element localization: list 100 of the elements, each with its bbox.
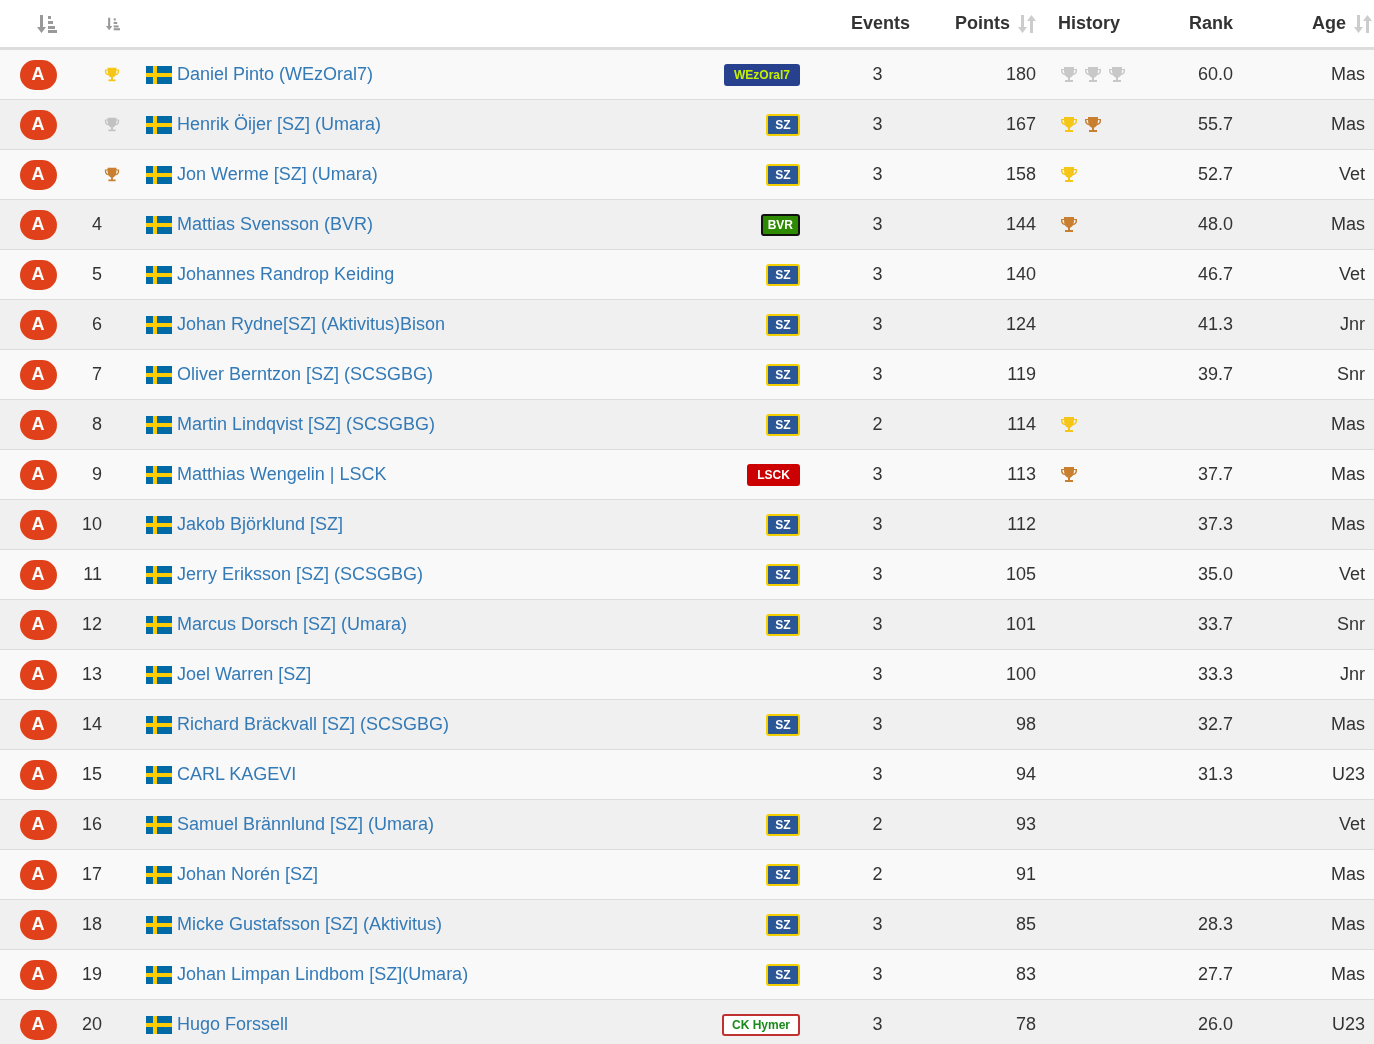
position-number: 10 [81, 514, 102, 535]
sweden-flag-icon [146, 565, 172, 584]
rider-name-link[interactable]: Jakob Björklund [SZ] [177, 514, 344, 535]
age-class: Mas [1331, 914, 1365, 935]
position-number: 14 [81, 714, 102, 735]
team-badge: SZ [766, 813, 800, 836]
rank-value: 35.0 [1197, 564, 1233, 585]
rider-name-link[interactable]: Johan Rydne[SZ] (Aktivitus)Bison [177, 314, 446, 335]
events-count: 3 [872, 1014, 883, 1035]
category-badge: A [19, 459, 57, 490]
rider-name-link[interactable]: Hugo Forssell [177, 1014, 289, 1035]
rider-name-link[interactable]: Joel Warren [SZ] [177, 664, 312, 685]
column-header[interactable]: Age [1312, 13, 1346, 34]
position-number: 11 [83, 564, 102, 585]
category-badge: A [19, 809, 57, 840]
team-badge: SZ [766, 263, 800, 286]
rider-name-link[interactable]: Johan Norén [SZ] [177, 864, 319, 885]
column-header[interactable]: Points [955, 13, 1010, 34]
events-count: 3 [872, 714, 883, 735]
sweden-flag-icon [146, 815, 172, 834]
rider-name-link[interactable]: Oliver Berntzon [SZ] (SCSGBG) [177, 364, 434, 385]
team-badge: SZ [766, 163, 800, 186]
rider-name-link[interactable]: Richard Bräckvall [SZ] (SCSGBG) [177, 714, 450, 735]
column-header: Rank [1189, 13, 1233, 34]
position-number: 18 [81, 914, 102, 935]
team-badge: SZ [766, 913, 800, 936]
points-value: 101 [1005, 614, 1036, 635]
sweden-flag-icon [146, 965, 172, 984]
events-count: 3 [872, 664, 883, 685]
age-class: Vet [1338, 264, 1365, 285]
rider-name-link[interactable]: Matthias Wengelin | LSCK [177, 464, 387, 485]
rider-name-link[interactable]: Johan Limpan Lindbom [SZ](Umara) [177, 964, 469, 985]
points-value: 140 [1005, 264, 1036, 285]
sort-icon[interactable] [1018, 13, 1036, 34]
sweden-flag-icon [146, 1015, 172, 1034]
rider-name-link[interactable]: Samuel Brännlund [SZ] (Umara) [177, 814, 435, 835]
category-badge: A [19, 359, 57, 390]
category-badge: A [19, 1009, 57, 1040]
events-count: 3 [872, 914, 883, 935]
team-badge: CK Hymer [722, 1013, 800, 1036]
position-number: 13 [81, 664, 102, 685]
team-badge: WEzOral7 [724, 63, 800, 86]
points-value: 167 [1005, 114, 1036, 135]
points-value: 113 [1007, 464, 1036, 485]
age-class: U23 [1331, 1014, 1365, 1035]
rank-value: 39.7 [1197, 364, 1233, 385]
sweden-flag-icon [146, 515, 172, 534]
rider-name-link[interactable]: Micke Gustafsson [SZ] (Aktivitus) [177, 914, 443, 935]
events-count: 2 [872, 814, 883, 835]
events-count: 3 [872, 764, 883, 785]
rider-name-link[interactable]: Marcus Dorsch [SZ] (Umara) [177, 614, 408, 635]
sort-icon[interactable] [1354, 13, 1372, 34]
rank-value: 37.3 [1197, 514, 1233, 535]
position-number: 20 [81, 1014, 102, 1035]
age-class: Mas [1331, 114, 1365, 135]
team-badge: SZ [766, 963, 800, 986]
events-count: 2 [872, 414, 883, 435]
position-number: 7 [92, 364, 102, 385]
age-class: Mas [1331, 864, 1365, 885]
rider-name-link[interactable]: Mattias Svensson (BVR) [177, 214, 374, 235]
sweden-flag-icon [146, 415, 172, 434]
rank-value: 48.0 [1197, 214, 1233, 235]
events-count: 3 [872, 314, 883, 335]
team-badge: SZ [766, 713, 800, 736]
position-number: 6 [92, 314, 102, 335]
points-value: 85 [1015, 914, 1036, 935]
events-count: 2 [872, 864, 883, 885]
age-class: Mas [1331, 214, 1365, 235]
sweden-flag-icon [146, 865, 172, 884]
rider-name-link[interactable]: Jon Werme [SZ] (Umara) [177, 164, 378, 185]
points-value: 124 [1005, 314, 1036, 335]
points-value: 105 [1005, 564, 1036, 585]
rank-value: 32.7 [1197, 714, 1233, 735]
points-value: 180 [1005, 64, 1036, 85]
sweden-flag-icon [146, 765, 172, 784]
team-badge: SZ [766, 413, 800, 436]
team-badge: SZ [766, 363, 800, 386]
age-class: Vet [1338, 164, 1365, 185]
category-badge: A [19, 259, 57, 290]
rider-name-link[interactable]: Henrik Öijer [SZ] (Umara) [177, 114, 382, 135]
rider-name-link[interactable]: Daniel Pinto (WEzOral7) [177, 64, 374, 85]
points-value: 93 [1015, 814, 1036, 835]
sweden-flag-icon [146, 315, 172, 334]
position-number: 4 [92, 214, 102, 235]
category-badge: A [19, 209, 57, 240]
rank-value: 28.3 [1197, 914, 1233, 935]
rider-name-link[interactable]: CARL KAGEVI [177, 764, 297, 785]
points-value: 91 [1015, 864, 1036, 885]
category-badge: A [19, 659, 57, 690]
column-header: Events [851, 13, 910, 34]
rider-name-link[interactable]: Johannes Randrop Keiding [177, 264, 395, 285]
category-badge: A [19, 159, 57, 190]
rank-value: 26.0 [1197, 1014, 1233, 1035]
sweden-flag-icon [146, 165, 172, 184]
sort-descending-icon[interactable] [37, 13, 57, 34]
rider-name-link[interactable]: Martin Lindqvist [SZ] (SCSGBG) [177, 414, 436, 435]
events-count: 3 [872, 964, 883, 985]
rider-name-link[interactable]: Jerry Eriksson [SZ] (SCSGBG) [177, 564, 424, 585]
sweden-flag-icon [146, 65, 172, 84]
sweden-flag-icon [146, 215, 172, 234]
